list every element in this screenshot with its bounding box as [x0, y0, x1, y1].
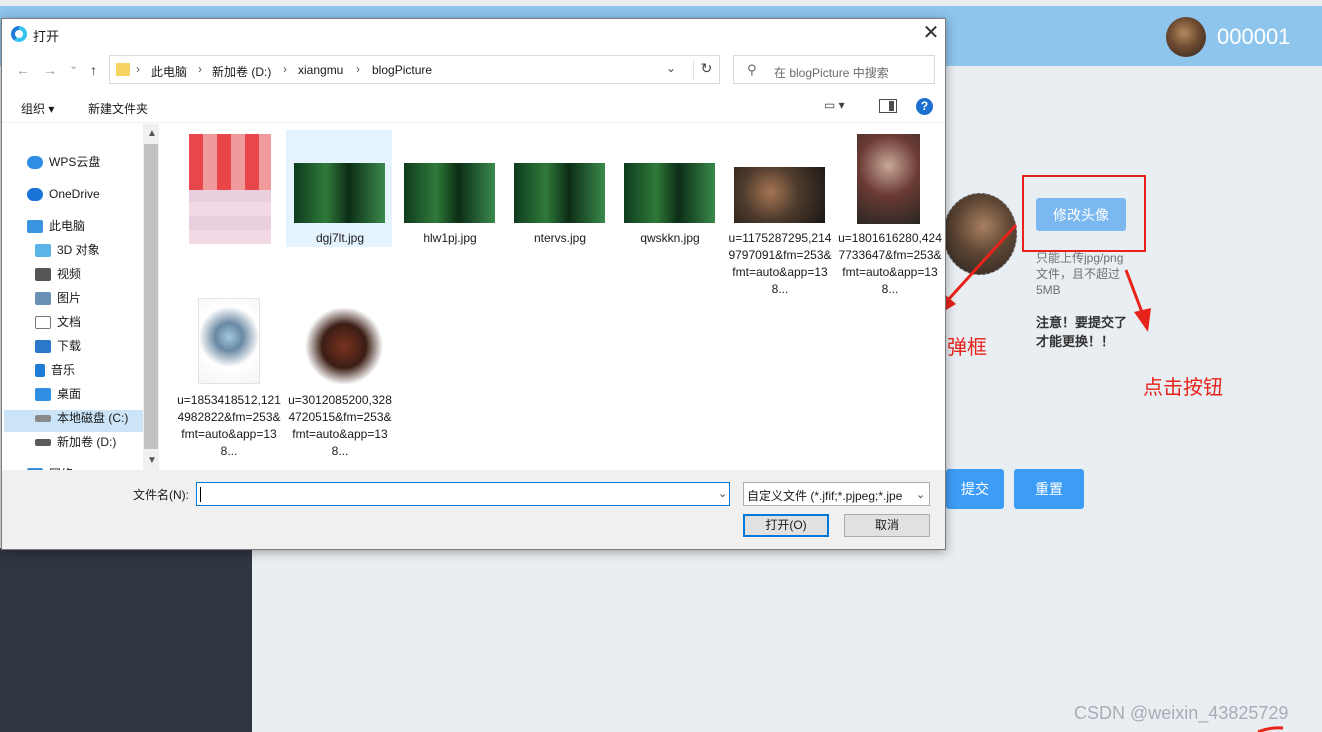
folder-icon	[116, 63, 130, 76]
drive-icon	[35, 415, 51, 423]
back-arrow-icon[interactable]: ←	[16, 62, 30, 78]
preview-pane-icon[interactable]	[879, 99, 897, 113]
nav-item-wps-cloud[interactable]: WPS云盘	[27, 151, 100, 173]
address-bar[interactable]: › 此电脑 › 新加卷 (D:) › xiangmu › blogPicture…	[109, 55, 720, 84]
filename-label: 文件名(N):	[133, 488, 189, 502]
documents-icon	[35, 316, 51, 330]
profile-avatar	[943, 193, 1017, 275]
navigation-pane: WPS云盘 OneDrive 此电脑 3D 对象 视频 图片 文档 下载 音乐 …	[2, 124, 159, 482]
search-placeholder: 在 blogPicture 中搜索	[774, 66, 889, 80]
file-list: dgj7lt.jpg hlw1pj.jpg ntervs.jpg qwskkn.…	[160, 124, 945, 470]
warrior-character-thumbnail	[294, 308, 385, 384]
filetype-value: 自定义文件 (*.jfif;*.pjpeg;*.jpe	[747, 489, 903, 503]
text-caret	[200, 487, 201, 502]
open-button[interactable]: 打开(O)	[743, 514, 829, 537]
navigation-bar: ← → ⌄ ↑ › 此电脑 › 新加卷 (D:) › xiangmu › blo…	[2, 49, 945, 91]
search-box[interactable]: ⚲ 在 blogPicture 中搜索	[733, 55, 935, 84]
scroll-up-icon[interactable]: ▲	[147, 128, 157, 139]
chevron-right-icon: ›	[283, 62, 287, 76]
dialog-title: 打开	[33, 29, 60, 44]
computer-icon	[27, 220, 43, 234]
organize-button[interactable]: 组织 ▾	[21, 100, 54, 117]
submit-note: 注意！要提交了才能更换！！	[1036, 315, 1128, 349]
dialog-titlebar[interactable]: 打开 ✕	[2, 19, 945, 49]
nav-item-pictures[interactable]: 图片	[35, 287, 81, 309]
filetype-select[interactable]: 自定义文件 (*.jfif;*.pjpeg;*.jpe ⌄	[743, 482, 930, 506]
address-dropdown-icon[interactable]: ⌄	[666, 61, 676, 75]
nav-item-3d-objects[interactable]: 3D 对象	[35, 239, 100, 261]
download-icon	[35, 340, 51, 354]
dialog-footer: 文件名(N): ⌄ 自定义文件 (*.jfif;*.pjpeg;*.jpe ⌄ …	[2, 470, 945, 549]
bird-thumbnail	[624, 163, 715, 223]
csdn-watermark: CSDN @weixin_43825729	[1074, 703, 1289, 723]
up-arrow-icon[interactable]: ↑	[90, 62, 97, 78]
onedrive-icon	[27, 188, 43, 202]
help-icon[interactable]: ?	[916, 98, 933, 115]
nav-item-this-pc[interactable]: 此电脑	[27, 215, 85, 237]
upload-tip: 只能上传jpg/png文件，且不超过5MB	[1036, 251, 1124, 297]
bird-thumbnail	[404, 163, 495, 223]
drive-icon	[35, 439, 51, 447]
scroll-down-icon[interactable]: ▼	[147, 455, 157, 466]
cancel-button[interactable]: 取消	[844, 514, 930, 537]
dialog-toolbar: 组织 ▾ 新建文件夹 ▭ ▾ ?	[2, 91, 945, 123]
desktop-icon	[35, 388, 51, 402]
music-icon	[35, 364, 45, 378]
nav-item-documents[interactable]: 文档	[35, 311, 81, 333]
dark-character-thumbnail	[734, 167, 825, 223]
recent-locations-icon[interactable]: ⌄	[69, 59, 78, 72]
nav-item-drive-c[interactable]: 本地磁盘 (C:)	[35, 407, 128, 429]
chevron-right-icon: ›	[198, 62, 202, 76]
nav-item-downloads[interactable]: 下载	[35, 335, 81, 357]
3d-objects-icon	[35, 244, 51, 258]
header-avatar[interactable]	[1166, 17, 1206, 57]
girl-character-thumbnail	[857, 134, 920, 224]
bird-thumbnail	[294, 163, 385, 223]
cloud-icon	[27, 156, 43, 170]
change-avatar-button[interactable]: 修改头像	[1036, 198, 1126, 231]
submit-button[interactable]: 提交	[946, 469, 1004, 509]
breadcrumb-this-pc[interactable]: 此电脑	[151, 63, 187, 80]
nav-scrollbar-thumb[interactable]	[144, 144, 158, 449]
search-icon: ⚲	[747, 62, 757, 77]
nav-item-music[interactable]: 音乐	[35, 359, 75, 381]
blurred-thumbnail	[189, 134, 271, 244]
reset-button[interactable]: 重置	[1014, 469, 1084, 509]
chevron-down-icon[interactable]: ⌄	[718, 487, 727, 500]
filename-input[interactable]: ⌄	[196, 482, 730, 506]
refresh-icon[interactable]: ↻	[693, 60, 719, 80]
header-username[interactable]: 000001	[1217, 24, 1290, 50]
bird-thumbnail	[514, 163, 605, 223]
edge-browser-icon	[11, 26, 27, 42]
nav-item-onedrive[interactable]: OneDrive	[27, 183, 100, 205]
nav-item-drive-d[interactable]: 新加卷 (D:)	[35, 431, 116, 453]
nav-item-videos[interactable]: 视频	[35, 263, 81, 285]
chevron-right-icon: ›	[136, 62, 140, 76]
close-button[interactable]: ✕	[919, 22, 943, 46]
breadcrumb-blogpicture[interactable]: blogPicture	[372, 63, 432, 77]
pictures-icon	[35, 292, 51, 306]
breadcrumb-drive-d[interactable]: 新加卷 (D:)	[212, 63, 271, 80]
fairy-character-thumbnail	[198, 298, 260, 384]
new-folder-button[interactable]: 新建文件夹	[88, 100, 148, 117]
chevron-right-icon: ›	[356, 62, 360, 76]
breadcrumb-xiangmu[interactable]: xiangmu	[298, 63, 343, 77]
app-sidebar	[0, 548, 252, 732]
video-icon	[35, 268, 51, 282]
open-file-dialog: 打开 ✕ ← → ⌄ ↑ › 此电脑 › 新加卷 (D:) › xiangmu …	[1, 18, 946, 550]
nav-item-desktop[interactable]: 桌面	[35, 383, 81, 405]
change-view-icon[interactable]: ▭ ▾	[824, 98, 864, 116]
chevron-down-icon: ⌄	[916, 488, 926, 501]
click-annotation: 点击按钮	[1143, 377, 1223, 399]
forward-arrow-icon[interactable]: →	[43, 62, 57, 78]
